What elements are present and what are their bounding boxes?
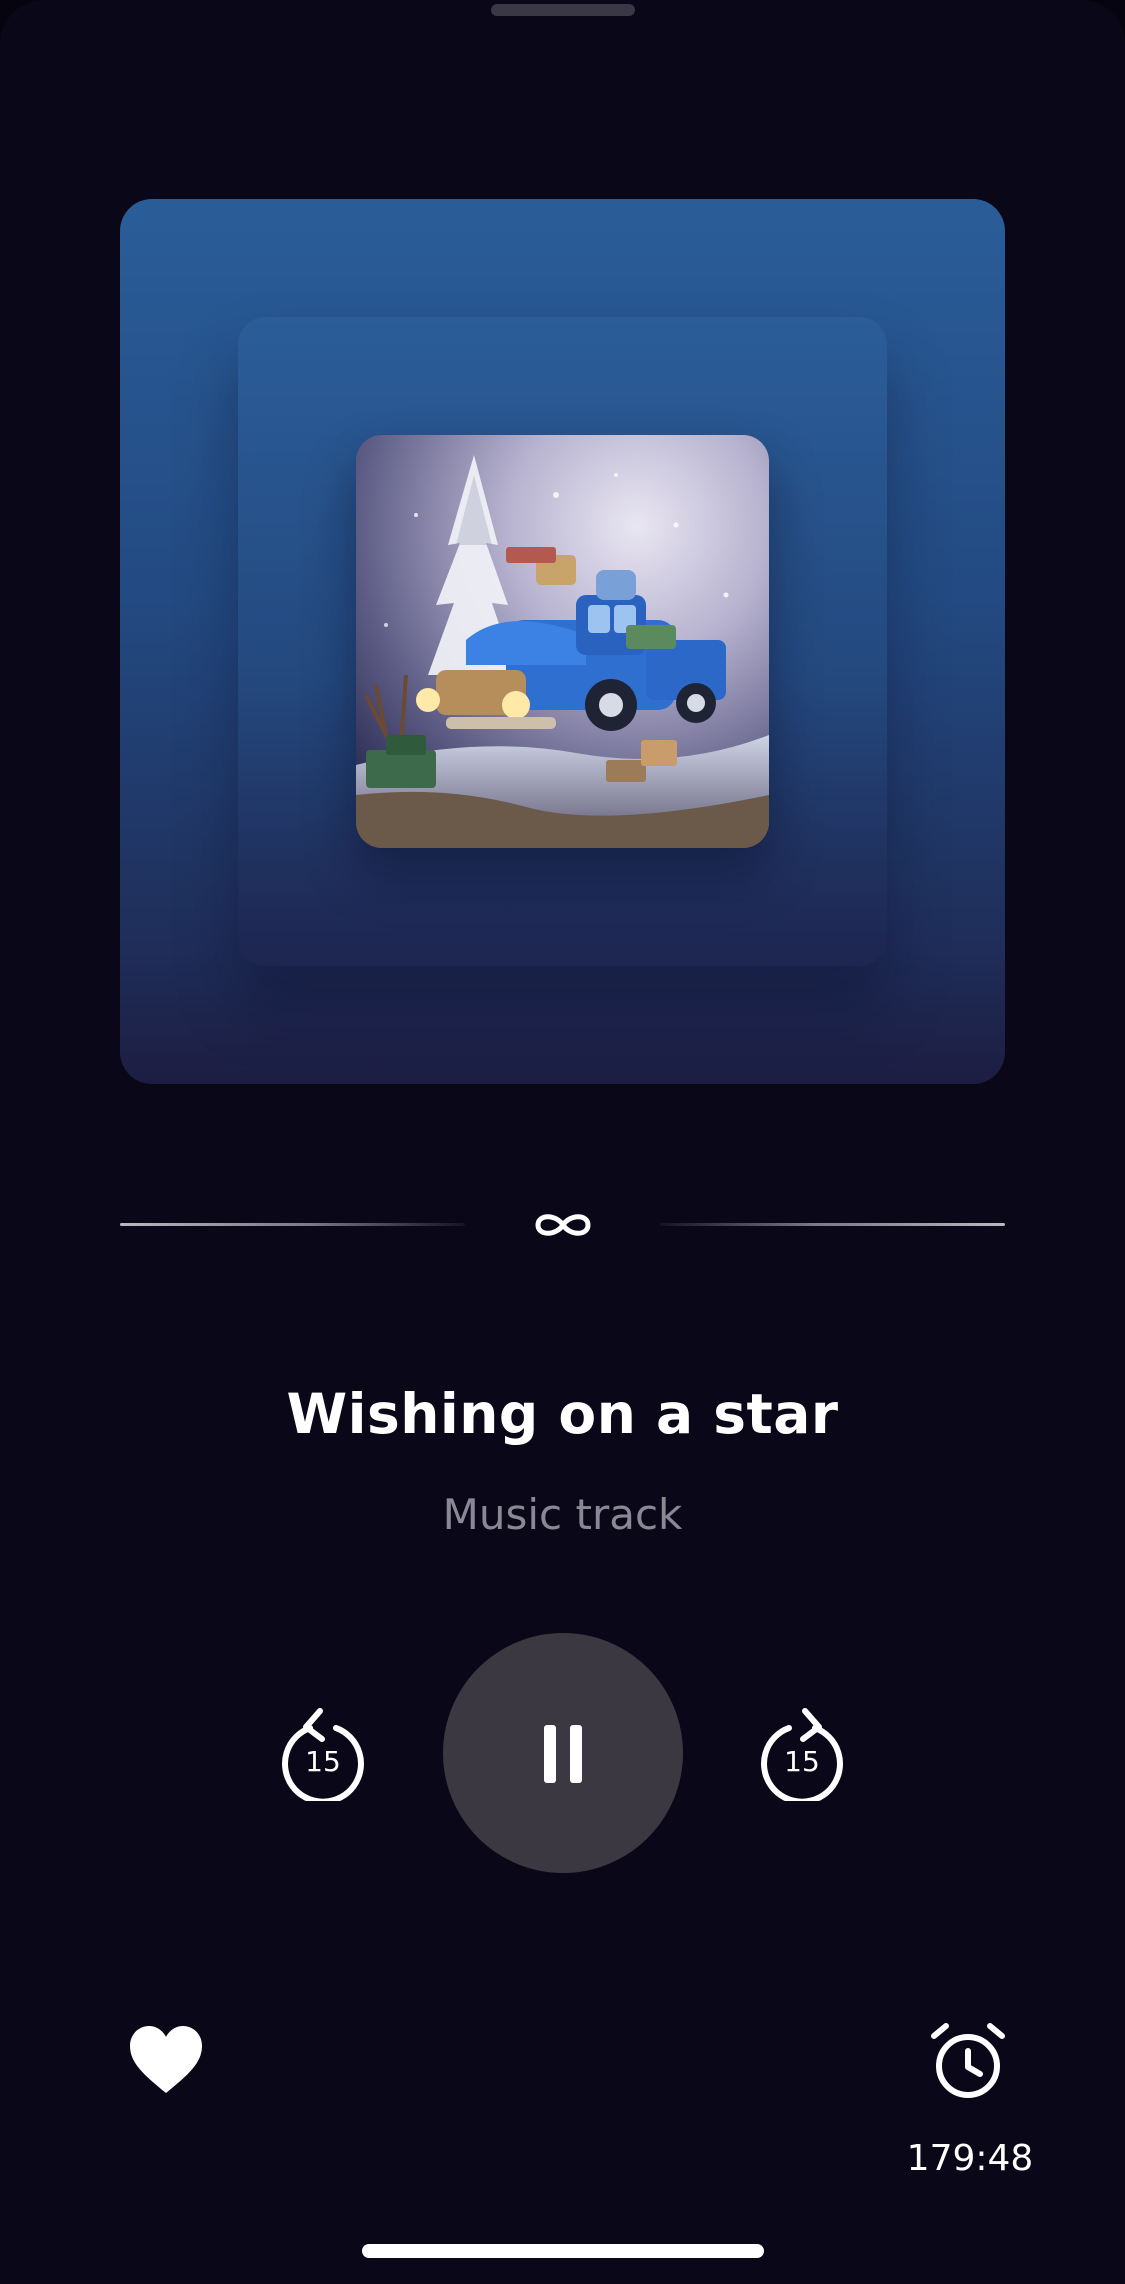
sheet-grabber[interactable] — [491, 4, 635, 16]
track-title: Wishing on a star — [286, 1382, 839, 1446]
pause-icon — [544, 1725, 556, 1783]
rewind-15-button[interactable]: 15 — [280, 1705, 366, 1805]
progress-line-left — [120, 1223, 465, 1226]
favorite-button[interactable] — [128, 2025, 204, 2095]
track-subtitle: Music track — [442, 1490, 683, 1539]
infinity-icon — [532, 1210, 594, 1240]
alarm-clock-icon — [931, 2023, 1005, 2098]
album-art-backdrop-middle — [238, 317, 887, 966]
pause-button[interactable] — [443, 1633, 683, 1873]
pause-icon-bar — [570, 1725, 582, 1783]
album-artwork — [356, 435, 769, 848]
sleep-timer-button[interactable] — [928, 2022, 1008, 2102]
forward-seconds-label: 15 — [784, 1745, 820, 1778]
forward-15-button[interactable]: 15 — [759, 1705, 845, 1805]
rewind-seconds-label: 15 — [305, 1745, 341, 1778]
heart-icon — [130, 2026, 202, 2093]
sleep-timer-remaining: 179:48 — [906, 2138, 1034, 2179]
progress-loop-row — [120, 1210, 1005, 1240]
player-sheet: Wishing on a star Music track 15 15 179: — [0, 0, 1125, 2284]
home-indicator[interactable] — [362, 2244, 764, 2258]
progress-line-right — [660, 1223, 1005, 1226]
album-art-backdrop-outer — [120, 199, 1005, 1084]
